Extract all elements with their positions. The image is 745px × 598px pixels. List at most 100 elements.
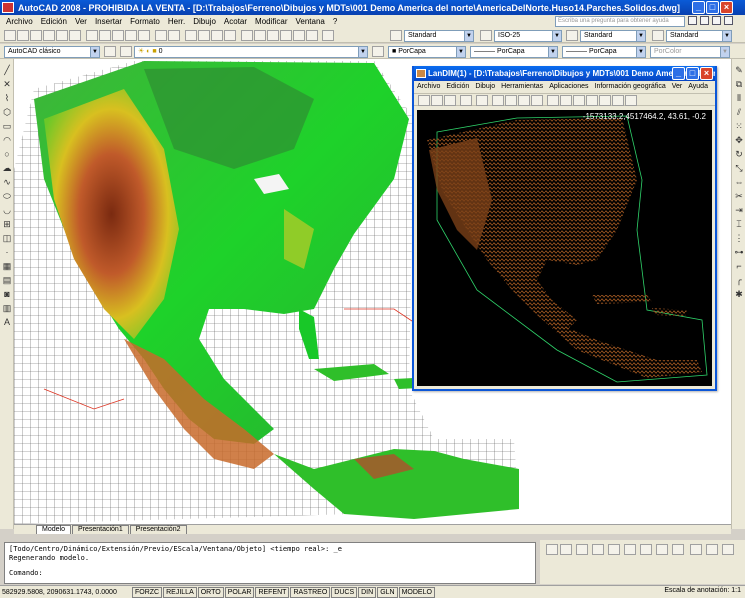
status-dyn-button[interactable]: DIN	[358, 586, 377, 598]
landim-menu-herramientas[interactable]: Herramientas	[498, 83, 546, 90]
landim-viewport[interactable]: -1573133.2,4517464.2, 43.61, -0.2	[417, 110, 712, 386]
landim-tool-icon[interactable]	[576, 544, 588, 555]
ellipse-arc-icon[interactable]: ◡	[2, 205, 12, 215]
landim-menu-info-geografica[interactable]: Información geográfica	[592, 83, 669, 90]
mtext-icon[interactable]: A	[2, 317, 12, 327]
menu-acotar[interactable]: Acotar	[220, 17, 251, 26]
landim-maximize-button[interactable]: □	[686, 67, 699, 80]
polygon-icon[interactable]: ⬡	[2, 107, 12, 117]
landim-save-icon[interactable]	[560, 544, 572, 555]
landim-new-icon[interactable]	[418, 95, 430, 106]
move-icon[interactable]: ✥	[734, 135, 744, 145]
polyline-icon[interactable]: ⌇	[2, 93, 12, 103]
status-grid-button[interactable]: REJILLA	[163, 586, 197, 598]
pan-icon[interactable]	[185, 30, 197, 41]
landim-menu-ver[interactable]: Ver	[669, 83, 686, 90]
status-otrack-button[interactable]: RASTREO	[290, 586, 331, 598]
landim-add-icon[interactable]	[592, 544, 604, 555]
publish-icon[interactable]	[69, 30, 81, 41]
point-icon[interactable]: ·	[2, 247, 12, 257]
landim-close-icon[interactable]	[608, 544, 620, 555]
menu-edicion[interactable]: Edición	[37, 17, 71, 26]
design-center-icon[interactable]	[254, 30, 266, 41]
comm-center-icon[interactable]	[700, 16, 709, 25]
arc-icon[interactable]: ◠	[2, 135, 12, 145]
landim-minimize-button[interactable]: _	[672, 67, 685, 80]
landim-menu-dibujo[interactable]: Dibujo	[472, 83, 498, 90]
landim-terrain-icon[interactable]	[690, 544, 702, 555]
mirror-icon[interactable]: ⫴	[734, 93, 744, 103]
preview-icon[interactable]	[56, 30, 68, 41]
linetype-select[interactable]: ——— PorCapa ▼	[470, 46, 558, 58]
cut-icon[interactable]	[86, 30, 98, 41]
help-icon[interactable]	[322, 30, 334, 41]
tab-presentacion1[interactable]: Presentación1	[71, 525, 129, 534]
landim-zoom-extents-icon[interactable]	[531, 95, 543, 106]
menu-formato[interactable]: Formato	[126, 17, 164, 26]
make-current-layer-icon[interactable]	[372, 46, 384, 57]
status-model-button[interactable]: MODELO	[398, 586, 435, 598]
match-properties-icon[interactable]	[125, 30, 137, 41]
explode-icon[interactable]: ✱	[734, 289, 744, 299]
maximize-button[interactable]: □	[706, 1, 719, 14]
menu-ayuda[interactable]: ?	[329, 17, 341, 26]
landim-menu-edicion[interactable]: Edición	[443, 83, 472, 90]
landim-select-icon[interactable]	[560, 95, 572, 106]
menu-dibujo[interactable]: Dibujo	[189, 17, 220, 26]
array-icon[interactable]: ⁙	[734, 121, 744, 131]
workspace-settings-icon[interactable]	[104, 46, 116, 57]
multileader-style-select[interactable]: Standard ▼	[666, 30, 732, 42]
color-select[interactable]: ■ PorCapa ▼	[388, 46, 466, 58]
plotstyle-select[interactable]: PorColor ▼	[650, 46, 730, 58]
save-icon[interactable]	[30, 30, 42, 41]
copy-icon[interactable]	[99, 30, 111, 41]
table-style-icon[interactable]	[566, 30, 578, 41]
landim-menu-ayuda[interactable]: Ayuda	[685, 83, 711, 90]
landim-shade-icon[interactable]	[599, 95, 611, 106]
landim-refresh-icon[interactable]	[625, 95, 637, 106]
command-prompt[interactable]: Comando:	[9, 569, 531, 578]
sheet-set-icon[interactable]	[280, 30, 292, 41]
menu-archivo[interactable]: Archivo	[2, 17, 37, 26]
menu-insertar[interactable]: Insertar	[91, 17, 126, 26]
block-editor-icon[interactable]	[138, 30, 150, 41]
landim-3d-icon[interactable]	[612, 95, 624, 106]
menu-modificar[interactable]: Modificar	[251, 17, 291, 26]
menu-ver[interactable]: Ver	[71, 17, 91, 26]
region-icon[interactable]: ◙	[2, 289, 12, 299]
multileader-style-icon[interactable]	[652, 30, 664, 41]
rotate-icon[interactable]: ↻	[734, 149, 744, 159]
menu-ventana[interactable]: Ventana	[291, 17, 328, 26]
doc-close-icon[interactable]	[724, 16, 733, 25]
offset-icon[interactable]: ⫽	[734, 107, 744, 117]
chamfer-icon[interactable]: ⌐	[734, 261, 744, 271]
landim-close-button[interactable]: ×	[700, 67, 713, 80]
status-ortho-button[interactable]: ORTO	[197, 586, 224, 598]
tab-presentacion2[interactable]: Presentación2	[129, 525, 187, 534]
quickcalc-icon[interactable]	[306, 30, 318, 41]
plot-icon[interactable]	[43, 30, 55, 41]
landim-title-bar[interactable]: LanDIM(1) - [D:\Trabajos\Ferreno\Dibujos…	[414, 66, 715, 81]
join-icon[interactable]: ⊶	[734, 247, 744, 257]
construction-line-icon[interactable]: ✕	[2, 79, 12, 89]
landim-grid-icon[interactable]	[547, 95, 559, 106]
make-block-icon[interactable]: ◫	[2, 233, 12, 243]
landim-measure-icon[interactable]	[573, 95, 585, 106]
command-window[interactable]: [Todo/Centro/Dinámico/Extensión/Previo/E…	[4, 542, 536, 584]
status-snap-button[interactable]: FORZC	[132, 586, 163, 598]
landim-pan-icon[interactable]	[492, 95, 504, 106]
layer-select[interactable]: ☀ ◐ ■ 0 ▼	[134, 46, 368, 58]
zoom-previous-icon[interactable]	[224, 30, 236, 41]
landim-sun-icon[interactable]	[706, 544, 718, 555]
help-search-input[interactable]: Escriba una pregunta para obtener ayuda	[555, 16, 685, 27]
help-search-icon[interactable]	[688, 16, 697, 25]
landim-menu-archivo[interactable]: Archivo	[414, 83, 443, 90]
landim-zoom-in-icon[interactable]	[505, 95, 517, 106]
landim-print-icon[interactable]	[460, 95, 472, 106]
redo-icon[interactable]	[168, 30, 180, 41]
break-point-icon[interactable]: ⌶	[734, 219, 744, 229]
extend-icon[interactable]: ⇥	[734, 205, 744, 215]
copy-object-icon[interactable]: ⧉	[734, 79, 744, 89]
lineweight-select[interactable]: ——— PorCapa ▼	[562, 46, 646, 58]
zoom-window-icon[interactable]	[211, 30, 223, 41]
